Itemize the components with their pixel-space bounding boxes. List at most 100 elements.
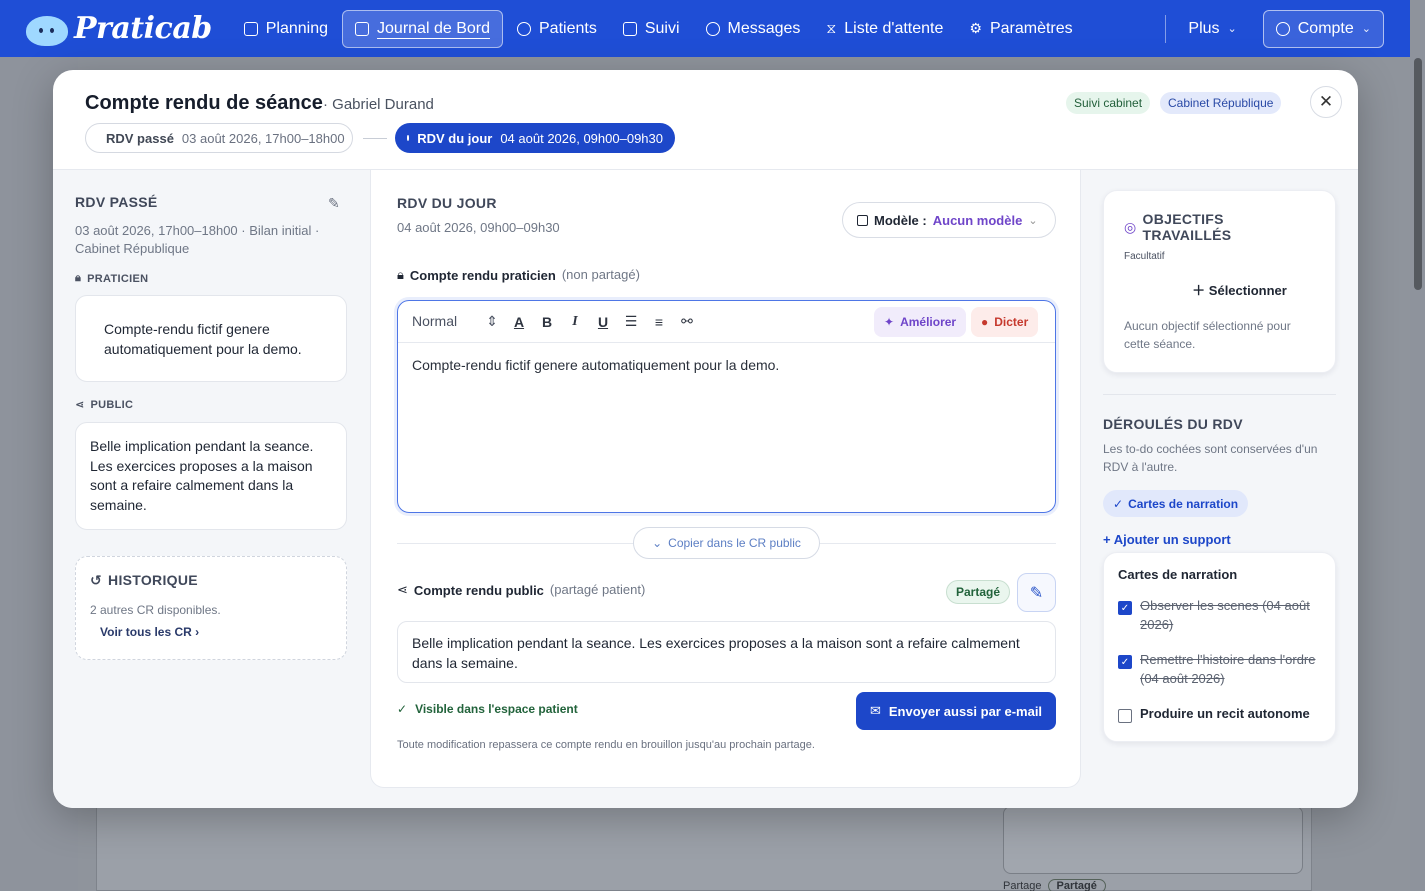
view-all-reports-link[interactable]: Voir tous les CR › — [100, 623, 332, 643]
nav-label: Liste d'attente — [844, 19, 944, 37]
praticien-report-heading: 🔒︎ Compte rendu praticien (non partagé) — [397, 266, 640, 284]
share-icon: ⋖ — [75, 399, 85, 411]
dictate-button[interactable]: ● Dicter — [971, 307, 1039, 337]
past-public-report: Belle implication pendant la seance. Les… — [75, 422, 347, 530]
brand-logo[interactable]: Praticab — [24, 11, 212, 46]
copy-to-public-button[interactable]: ⌄ Copier dans le CR public — [633, 527, 820, 559]
nav-liste-attente[interactable]: ⧖ Liste d'attente — [814, 10, 955, 48]
history-card: ↺ HISTORIQUE 2 autres CR disponibles. Voi… — [75, 556, 347, 660]
italic-icon[interactable]: I — [568, 314, 582, 330]
today-rdv-column: RDV DU JOUR 04 août 2026, 09h00–09h30 Mo… — [370, 170, 1081, 788]
calendar-icon — [243, 21, 258, 36]
checkbox-unchecked[interactable] — [1118, 709, 1132, 723]
top-navbar: Praticab Planning Journal de Bord Patien… — [0, 0, 1410, 57]
close-icon: ✕ — [1318, 92, 1334, 111]
nav-label: Paramètres — [989, 19, 1073, 37]
page-scrollbar[interactable] — [1414, 58, 1422, 290]
editor-content[interactable]: Compte-rendu fictif genere automatiqueme… — [398, 343, 1055, 387]
lock-icon: 🔒︎ — [75, 272, 82, 284]
chevron-down-icon: ⌄ — [1227, 23, 1237, 35]
format-value: Normal — [412, 313, 458, 329]
chevron-down-icon: ⌄ — [652, 536, 663, 550]
check-icon: ✓ — [397, 702, 408, 716]
past-praticien-report: Compte-rendu fictif genere automatiqueme… — [75, 295, 347, 382]
deroules-description: Les to-do cochées sont conservées d'un R… — [1103, 442, 1318, 474]
message-icon — [705, 21, 720, 36]
rdv-today-date: 04 août 2026, 09h00–09h30 — [500, 130, 663, 146]
account-button[interactable]: Compte ⌄ — [1262, 9, 1384, 48]
gear-icon: ⚙ — [969, 20, 982, 36]
bullet-list-icon[interactable]: ☰ — [624, 313, 638, 330]
target-icon: ◎ — [1124, 218, 1137, 235]
nav-patients[interactable]: Patients — [505, 10, 609, 48]
todo-label: Produire un recit autonome — [1140, 706, 1310, 721]
divider — [1103, 394, 1336, 395]
journal-icon — [355, 21, 370, 36]
model-value: Aucun modèle — [932, 212, 1023, 228]
improve-button[interactable]: ✦ Améliorer — [874, 307, 967, 337]
nav-label: Messages — [727, 19, 801, 37]
bold-icon[interactable]: B — [540, 314, 554, 330]
praticien-report-note: (non partagé) — [561, 267, 640, 282]
nav-parametres[interactable]: ⚙ Paramètres — [957, 10, 1084, 48]
public-report-note: (partagé patient) — [549, 582, 646, 597]
background-share-pill: Partagé — [1047, 879, 1106, 891]
rdv-past-label: RDV passé — [106, 130, 174, 146]
link-icon[interactable]: ⚯ — [680, 313, 694, 330]
copy-label: Copier dans le CR public — [668, 536, 801, 550]
public-report-text: Belle implication pendant la seance. Les… — [397, 621, 1056, 683]
history-heading: ↺ HISTORIQUE — [90, 571, 332, 591]
improve-label: Améliorer — [900, 315, 957, 329]
objectives-empty: Aucun objectif sélectionné pour cette sé… — [1124, 319, 1291, 351]
checkbox-checked[interactable]: ✓ — [1118, 655, 1132, 669]
brand-name: Praticab — [74, 11, 212, 46]
updown-icon: ⇕ — [486, 313, 498, 329]
public-label-text: PUBLIC — [90, 398, 134, 411]
edit-icon — [622, 21, 637, 36]
text-color-icon[interactable]: A — [512, 314, 526, 330]
checkbox-checked[interactable]: ✓ — [1118, 601, 1132, 615]
todo-item[interactable]: ✓ Remettre l'histoire dans l'ordre (04 ao… — [1118, 650, 1321, 688]
praticien-editor[interactable]: Normal ⇕ A B I U ☰ ≡ ⚯ ✦ Améliorer ● Dicter… — [397, 300, 1056, 513]
background-share-row: Partage Partagé — [1003, 879, 1106, 891]
magic-wand-icon: ✦ — [884, 315, 895, 329]
nav-suivi[interactable]: Suivi — [611, 10, 692, 48]
send-email-button[interactable]: ✉ Envoyer aussi par e-mail — [856, 692, 1056, 730]
nav-more-label: Plus — [1188, 19, 1220, 37]
modal-body: RDV PASSÉ ✎ 03 août 2026, 17h00–18h00 · … — [53, 170, 1358, 808]
rdv-today-pill[interactable]: RDV du jour 04 août 2026, 09h00–09h30 — [395, 123, 675, 153]
past-rdv-meta: 03 août 2026, 17h00–18h00 · Bilan initia… — [75, 223, 320, 256]
select-objectives-button[interactable]: ＋ Sélectionner — [1124, 280, 1315, 299]
rdv-past-pill[interactable]: RDV passé 03 août 2026, 17h00–18h00 — [85, 123, 353, 153]
nav-more[interactable]: Plus ⌄ — [1176, 10, 1248, 48]
pencil-icon[interactable]: ✎ — [328, 195, 340, 212]
close-button[interactable]: ✕ — [1310, 86, 1342, 118]
add-support-link[interactable]: + Ajouter un support — [1103, 532, 1231, 547]
nav-label: Patients — [539, 19, 597, 37]
nav-divider — [1165, 14, 1167, 43]
pencil-icon: ✎ — [1029, 584, 1044, 602]
history-count: 2 autres CR disponibles. — [90, 602, 221, 617]
numbered-list-icon[interactable]: ≡ — [652, 314, 666, 330]
model-selector[interactable]: Modèle : Aucun modèle ⌄ — [842, 202, 1056, 238]
editor-toolbar: Normal ⇕ A B I U ☰ ≡ ⚯ ✦ Améliorer ● Dicter — [398, 301, 1055, 343]
objectives-title: OBJECTIFS TRAVAILLÉS — [1142, 211, 1232, 243]
nav-journal-de-bord[interactable]: Journal de Bord — [342, 9, 503, 48]
todo-item[interactable]: Produire un recit autonome — [1118, 704, 1321, 723]
support-chip[interactable]: ✓ Cartes de narration — [1103, 490, 1249, 517]
users-icon — [517, 21, 531, 36]
todo-label: Remettre l'histoire dans l'ordre (04 aoû… — [1140, 652, 1316, 686]
hourglass-icon: ⧖ — [826, 20, 837, 36]
background-textarea — [1003, 806, 1303, 874]
objectives-heading: ◎ OBJECTIFS TRAVAILLÉS — [1124, 211, 1315, 243]
todo-card-title: Cartes de narration — [1118, 567, 1238, 582]
format-select[interactable]: Normal ⇕ — [412, 313, 498, 330]
todo-item[interactable]: ✓ Observer les scenes (04 août 2026) — [1118, 596, 1321, 634]
underline-icon[interactable]: U — [596, 314, 610, 330]
microphone-icon: ● — [981, 315, 989, 329]
nav-messages[interactable]: Messages — [694, 10, 813, 48]
sidebar-column: ◎ OBJECTIFS TRAVAILLÉS Facultatif ＋ Sélec… — [1082, 170, 1358, 788]
nav-planning[interactable]: Planning — [232, 10, 340, 48]
edit-public-report-button[interactable]: ✎ — [1017, 573, 1056, 612]
modal-title: Compte rendu de séance — [85, 92, 323, 114]
